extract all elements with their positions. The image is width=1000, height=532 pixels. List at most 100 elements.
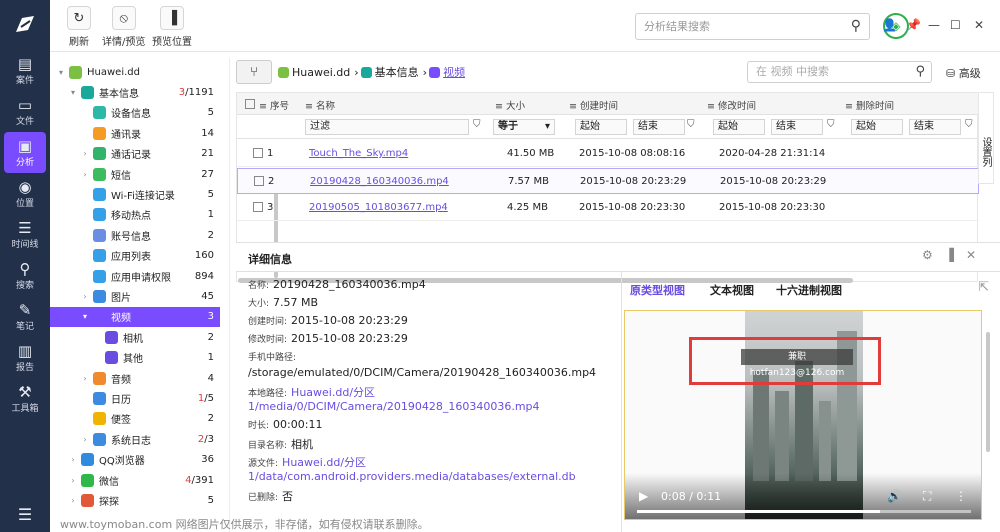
info-local-path-cont[interactable]: 1/media/0/DCIM/Camera/20190428_160340036… <box>248 400 540 413</box>
rail-item-folder[interactable]: ▭ 文件 <box>0 91 50 132</box>
tree-item[interactable]: Wi-Fi连接记录 5 <box>50 184 220 204</box>
tree-item[interactable]: 通讯录 14 <box>50 123 220 143</box>
chevron-icon[interactable]: › <box>80 170 90 179</box>
tab-text-view[interactable]: 文本视图 <box>710 282 754 298</box>
refresh-button[interactable]: ↻ 刷新 <box>67 6 91 48</box>
tree-item[interactable]: 其他 1 <box>50 348 220 368</box>
filter-icon[interactable]: ⛉ <box>827 119 835 130</box>
file-name-link[interactable]: 20190505_101803677.mp4 <box>309 202 448 213</box>
rail-item-location[interactable]: ◉ 位置 <box>0 173 50 214</box>
tab-native-view[interactable]: 原类型视图 <box>630 282 685 298</box>
video-player[interactable]: 兼职hotfan123@126.com ▶ 0:08 / 0:11 🔊 ⛶ ⋮ <box>624 310 982 520</box>
column-settings-button[interactable]: 设置列 <box>978 92 994 184</box>
panel-icon[interactable]: ▐ <box>945 248 966 262</box>
deleted-start-input[interactable]: 起始 <box>851 119 903 135</box>
tree-item[interactable]: 应用申请权限 894 <box>50 266 220 286</box>
tree-item[interactable]: 便签 2 <box>50 409 220 429</box>
col-deleted[interactable]: ≡ 删除时间 <box>845 98 894 112</box>
chevron-icon[interactable]: ▾ <box>80 312 90 321</box>
chevron-icon[interactable]: › <box>80 149 90 158</box>
tree-item[interactable]: 移动热点 1 <box>50 205 220 225</box>
tree-item[interactable]: › 短信 27 <box>50 164 220 184</box>
chevron-icon[interactable]: › <box>80 374 90 383</box>
col-seq[interactable]: ≡ 序号 <box>259 98 289 112</box>
col-name[interactable]: ≡ 名称 <box>305 98 335 112</box>
user-icon[interactable]: 👤 <box>882 18 897 32</box>
chevron-icon[interactable]: › <box>68 496 78 505</box>
video-search-input[interactable]: 在 视频 中搜索 ⚲ <box>747 61 932 83</box>
crumb-video[interactable]: 视频 <box>429 64 465 80</box>
tree-item[interactable]: › 通话记录 21 <box>50 144 220 164</box>
info-source[interactable]: 源文件: Huawei.dd/分区 <box>248 454 366 470</box>
rail-item-case[interactable]: ▤ 案件 <box>0 50 50 91</box>
info-source-cont[interactable]: 1/data/com.android.providers.media/datab… <box>248 470 576 483</box>
crumb-root[interactable]: Huawei.dd <box>278 66 350 79</box>
more-icon[interactable]: ⋮ <box>955 489 967 503</box>
name-filter-input[interactable]: 过滤 <box>305 119 469 135</box>
video-progress-bar[interactable] <box>637 510 971 513</box>
created-end-input[interactable]: 结束 <box>633 119 685 135</box>
modified-end-input[interactable]: 结束 <box>771 119 823 135</box>
row-checkbox[interactable] <box>253 148 263 158</box>
volume-icon[interactable]: 🔊 <box>887 489 902 503</box>
crumb-basic[interactable]: 基本信息 <box>360 64 419 80</box>
close-icon[interactable]: ✕ <box>966 248 988 262</box>
tree-item[interactable]: › 微信 4/391 <box>50 470 220 490</box>
created-start-input[interactable]: 起始 <box>575 119 627 135</box>
chevron-icon[interactable]: › <box>80 435 90 444</box>
close-icon[interactable]: ✕ <box>974 18 984 32</box>
rail-item-analysis[interactable]: ▣ 分析 <box>4 132 46 173</box>
table-row[interactable]: 3 20190505_101803677.mp4 4.25 MB 2015-10-08… <box>237 195 979 221</box>
menu-icon[interactable]: ☰ <box>0 505 50 524</box>
tree-item[interactable]: 设备信息 5 <box>50 103 220 123</box>
popout-icon[interactable]: ⇱ <box>978 280 989 295</box>
select-all-checkbox[interactable] <box>245 98 259 109</box>
tree-item[interactable]: ▾ Huawei.dd <box>50 62 220 82</box>
search-icon[interactable]: ⚲ <box>915 62 925 82</box>
fullscreen-icon[interactable]: ⛶ <box>923 489 931 504</box>
pin-icon[interactable]: 📌 <box>906 18 921 32</box>
filter-icon[interactable]: ⛉ <box>473 119 481 130</box>
chevron-icon[interactable]: › <box>68 476 78 485</box>
advanced-search-button[interactable]: ⛁ 高级 <box>946 65 981 81</box>
row-checkbox[interactable] <box>253 202 263 212</box>
rail-item-toolbox[interactable]: ⚒ 工具箱 <box>0 378 50 419</box>
tree-item[interactable]: › 系统日志 2/3 <box>50 429 220 449</box>
tree-item[interactable]: › 图片 45 <box>50 286 220 306</box>
file-name-link[interactable]: Touch_The_Sky.mp4 <box>309 148 408 159</box>
details-preview-button[interactable]: ⦸ 详情/预览 <box>102 6 145 48</box>
preview-scrollbar[interactable] <box>986 332 990 452</box>
chevron-icon[interactable]: › <box>68 455 78 464</box>
tree-item[interactable]: 日历 1/5 <box>50 388 220 408</box>
tree-item[interactable]: 相机 2 <box>50 327 220 347</box>
rail-item-search[interactable]: ⚲ 搜索 <box>0 255 50 296</box>
rail-item-timeline[interactable]: ☰ 时间线 <box>0 214 50 255</box>
gear-icon[interactable]: ⚙ <box>922 248 945 262</box>
maximize-icon[interactable]: ☐ <box>950 18 961 32</box>
filter-icon[interactable]: ⛉ <box>687 119 695 130</box>
file-name-link[interactable]: 20190428_160340036.mp4 <box>310 176 449 187</box>
table-row[interactable]: 2 20190428_160340036.mp4 7.57 MB 2015-10-08… <box>237 168 979 194</box>
tree-item[interactable]: › 探探 5 <box>50 490 220 510</box>
info-local-path[interactable]: 本地路径: Huawei.dd/分区 <box>248 384 375 400</box>
tab-hex-view[interactable]: 十六进制视图 <box>776 282 842 298</box>
col-size[interactable]: ≡ 大小 <box>495 98 525 112</box>
col-created[interactable]: ≡ 创建时间 <box>569 98 618 112</box>
row-checkbox[interactable] <box>254 176 264 186</box>
tree-item[interactable]: ▾ 基本信息 3/1191 <box>50 82 220 102</box>
tree-item[interactable]: ▾ 视频 3 <box>50 306 220 327</box>
minimize-icon[interactable]: — <box>928 18 940 32</box>
tree-item[interactable]: › QQ浏览器 36 <box>50 450 220 470</box>
tree-item[interactable]: 账号信息 2 <box>50 225 220 245</box>
modified-start-input[interactable]: 起始 <box>713 119 765 135</box>
chevron-icon[interactable]: › <box>80 292 90 301</box>
rail-item-note[interactable]: ✎ 笔记 <box>0 296 50 337</box>
branch-icon[interactable]: ⑂ <box>236 60 272 84</box>
chevron-icon[interactable]: ▾ <box>56 68 66 77</box>
play-icon[interactable]: ▶ <box>639 489 648 503</box>
col-modified[interactable]: ≡ 修改时间 <box>707 98 756 112</box>
search-icon[interactable]: ⚲ <box>851 14 861 39</box>
tree-item[interactable]: › 音频 4 <box>50 368 220 388</box>
preview-position-button[interactable]: ▐ 预览位置 <box>152 6 192 48</box>
global-search-input[interactable]: 分析结果搜索 ⚲ <box>635 13 870 40</box>
